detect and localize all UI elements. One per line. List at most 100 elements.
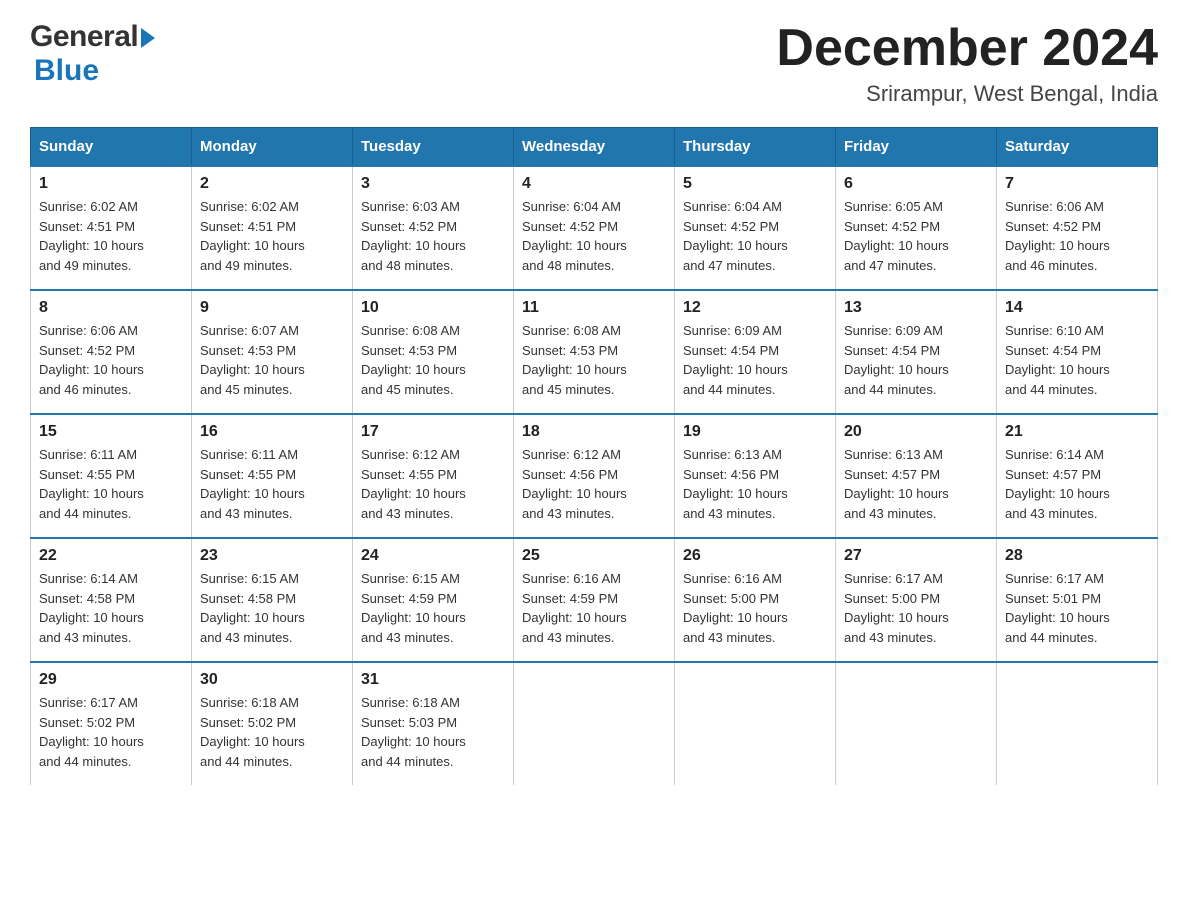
day-number: 30 [200,671,344,689]
header-cell-tuesday: Tuesday [353,128,514,167]
day-number: 11 [522,299,666,317]
day-number: 9 [200,299,344,317]
day-number: 26 [683,547,827,565]
day-cell: 22 Sunrise: 6:14 AMSunset: 4:58 PMDayligh… [31,538,192,662]
day-info: Sunrise: 6:08 AMSunset: 4:53 PMDaylight:… [522,321,666,399]
day-number: 22 [39,547,183,565]
day-cell: 17 Sunrise: 6:12 AMSunset: 4:55 PMDayligh… [353,414,514,538]
day-cell [997,662,1158,785]
day-number: 20 [844,423,988,441]
logo-general-text: General [30,20,138,54]
day-info: Sunrise: 6:08 AMSunset: 4:53 PMDaylight:… [361,321,505,399]
day-info: Sunrise: 6:06 AMSunset: 4:52 PMDaylight:… [39,321,183,399]
day-number: 31 [361,671,505,689]
day-info: Sunrise: 6:13 AMSunset: 4:57 PMDaylight:… [844,445,988,523]
day-number: 14 [1005,299,1149,317]
day-info: Sunrise: 6:17 AMSunset: 5:01 PMDaylight:… [1005,569,1149,647]
day-info: Sunrise: 6:04 AMSunset: 4:52 PMDaylight:… [522,197,666,275]
day-cell: 10Sunrise: 6:08 AMSunset: 4:53 PMDayligh… [353,290,514,414]
day-cell [675,662,836,785]
day-cell: 31Sunrise: 6:18 AMSunset: 5:03 PMDayligh… [353,662,514,785]
day-cell: 8 Sunrise: 6:06 AMSunset: 4:52 PMDaylight… [31,290,192,414]
day-number: 8 [39,299,183,317]
location-title: Srirampur, West Bengal, India [776,81,1158,107]
day-cell: 6 Sunrise: 6:05 AMSunset: 4:52 PMDaylight… [836,166,997,290]
month-title: December 2024 [776,20,1158,77]
week-row-3: 15 Sunrise: 6:11 AMSunset: 4:55 PMDayligh… [31,414,1158,538]
day-info: Sunrise: 6:12 AMSunset: 4:55 PMDaylight:… [361,445,505,523]
day-info: Sunrise: 6:14 AMSunset: 4:58 PMDaylight:… [39,569,183,647]
day-cell: 11 Sunrise: 6:08 AMSunset: 4:53 PMDayligh… [514,290,675,414]
day-cell: 29Sunrise: 6:17 AMSunset: 5:02 PMDayligh… [31,662,192,785]
day-number: 6 [844,175,988,193]
day-number: 24 [361,547,505,565]
title-section: December 2024 Srirampur, West Bengal, In… [776,20,1158,107]
week-row-4: 22 Sunrise: 6:14 AMSunset: 4:58 PMDayligh… [31,538,1158,662]
day-number: 5 [683,175,827,193]
day-number: 12 [683,299,827,317]
day-cell: 4 Sunrise: 6:04 AMSunset: 4:52 PMDaylight… [514,166,675,290]
day-cell: 9Sunrise: 6:07 AMSunset: 4:53 PMDaylight… [192,290,353,414]
header-cell-saturday: Saturday [997,128,1158,167]
day-number: 17 [361,423,505,441]
day-info: Sunrise: 6:02 AMSunset: 4:51 PMDaylight:… [39,197,183,275]
day-info: Sunrise: 6:09 AMSunset: 4:54 PMDaylight:… [683,321,827,399]
calendar-table: SundayMondayTuesdayWednesdayThursdayFrid… [30,127,1158,785]
day-cell: 26Sunrise: 6:16 AMSunset: 5:00 PMDayligh… [675,538,836,662]
week-row-5: 29Sunrise: 6:17 AMSunset: 5:02 PMDayligh… [31,662,1158,785]
day-info: Sunrise: 6:04 AMSunset: 4:52 PMDaylight:… [683,197,827,275]
day-number: 7 [1005,175,1149,193]
day-cell [514,662,675,785]
day-cell: 3Sunrise: 6:03 AMSunset: 4:52 PMDaylight… [353,166,514,290]
week-row-2: 8 Sunrise: 6:06 AMSunset: 4:52 PMDaylight… [31,290,1158,414]
day-info: Sunrise: 6:03 AMSunset: 4:52 PMDaylight:… [361,197,505,275]
day-info: Sunrise: 6:11 AMSunset: 4:55 PMDaylight:… [200,445,344,523]
day-cell: 25 Sunrise: 6:16 AMSunset: 4:59 PMDayligh… [514,538,675,662]
day-cell: 15 Sunrise: 6:11 AMSunset: 4:55 PMDayligh… [31,414,192,538]
day-number: 25 [522,547,666,565]
day-number: 18 [522,423,666,441]
day-cell: 21Sunrise: 6:14 AMSunset: 4:57 PMDayligh… [997,414,1158,538]
day-number: 15 [39,423,183,441]
day-cell: 1 Sunrise: 6:02 AMSunset: 4:51 PMDaylight… [31,166,192,290]
page-header: General Blue December 2024 Srirampur, We… [30,20,1158,107]
header-row: SundayMondayTuesdayWednesdayThursdayFrid… [31,128,1158,167]
day-cell: 2 Sunrise: 6:02 AMSunset: 4:51 PMDaylight… [192,166,353,290]
day-number: 16 [200,423,344,441]
day-cell: 16 Sunrise: 6:11 AMSunset: 4:55 PMDayligh… [192,414,353,538]
day-cell: 23Sunrise: 6:15 AMSunset: 4:58 PMDayligh… [192,538,353,662]
week-row-1: 1 Sunrise: 6:02 AMSunset: 4:51 PMDaylight… [31,166,1158,290]
calendar-body: 1 Sunrise: 6:02 AMSunset: 4:51 PMDaylight… [31,166,1158,785]
day-info: Sunrise: 6:12 AMSunset: 4:56 PMDaylight:… [522,445,666,523]
day-info: Sunrise: 6:10 AMSunset: 4:54 PMDaylight:… [1005,321,1149,399]
day-number: 1 [39,175,183,193]
day-cell: 28 Sunrise: 6:17 AMSunset: 5:01 PMDayligh… [997,538,1158,662]
header-cell-sunday: Sunday [31,128,192,167]
header-cell-monday: Monday [192,128,353,167]
day-info: Sunrise: 6:11 AMSunset: 4:55 PMDaylight:… [39,445,183,523]
day-number: 21 [1005,423,1149,441]
day-info: Sunrise: 6:02 AMSunset: 4:51 PMDaylight:… [200,197,344,275]
day-info: Sunrise: 6:17 AMSunset: 5:02 PMDaylight:… [39,693,183,771]
day-info: Sunrise: 6:05 AMSunset: 4:52 PMDaylight:… [844,197,988,275]
day-number: 2 [200,175,344,193]
day-info: Sunrise: 6:16 AMSunset: 4:59 PMDaylight:… [522,569,666,647]
day-cell: 19Sunrise: 6:13 AMSunset: 4:56 PMDayligh… [675,414,836,538]
day-number: 23 [200,547,344,565]
day-cell [836,662,997,785]
day-number: 28 [1005,547,1149,565]
day-cell: 12 Sunrise: 6:09 AMSunset: 4:54 PMDayligh… [675,290,836,414]
logo: General Blue [30,20,155,88]
day-cell: 27Sunrise: 6:17 AMSunset: 5:00 PMDayligh… [836,538,997,662]
day-cell: 18 Sunrise: 6:12 AMSunset: 4:56 PMDayligh… [514,414,675,538]
day-info: Sunrise: 6:06 AMSunset: 4:52 PMDaylight:… [1005,197,1149,275]
day-number: 13 [844,299,988,317]
day-number: 4 [522,175,666,193]
logo-blue-text: Blue [34,54,99,88]
day-info: Sunrise: 6:09 AMSunset: 4:54 PMDaylight:… [844,321,988,399]
day-cell: 14 Sunrise: 6:10 AMSunset: 4:54 PMDayligh… [997,290,1158,414]
day-cell: 20 Sunrise: 6:13 AMSunset: 4:57 PMDayligh… [836,414,997,538]
day-cell: 30Sunrise: 6:18 AMSunset: 5:02 PMDayligh… [192,662,353,785]
day-cell: 24Sunrise: 6:15 AMSunset: 4:59 PMDayligh… [353,538,514,662]
day-cell: 13 Sunrise: 6:09 AMSunset: 4:54 PMDayligh… [836,290,997,414]
